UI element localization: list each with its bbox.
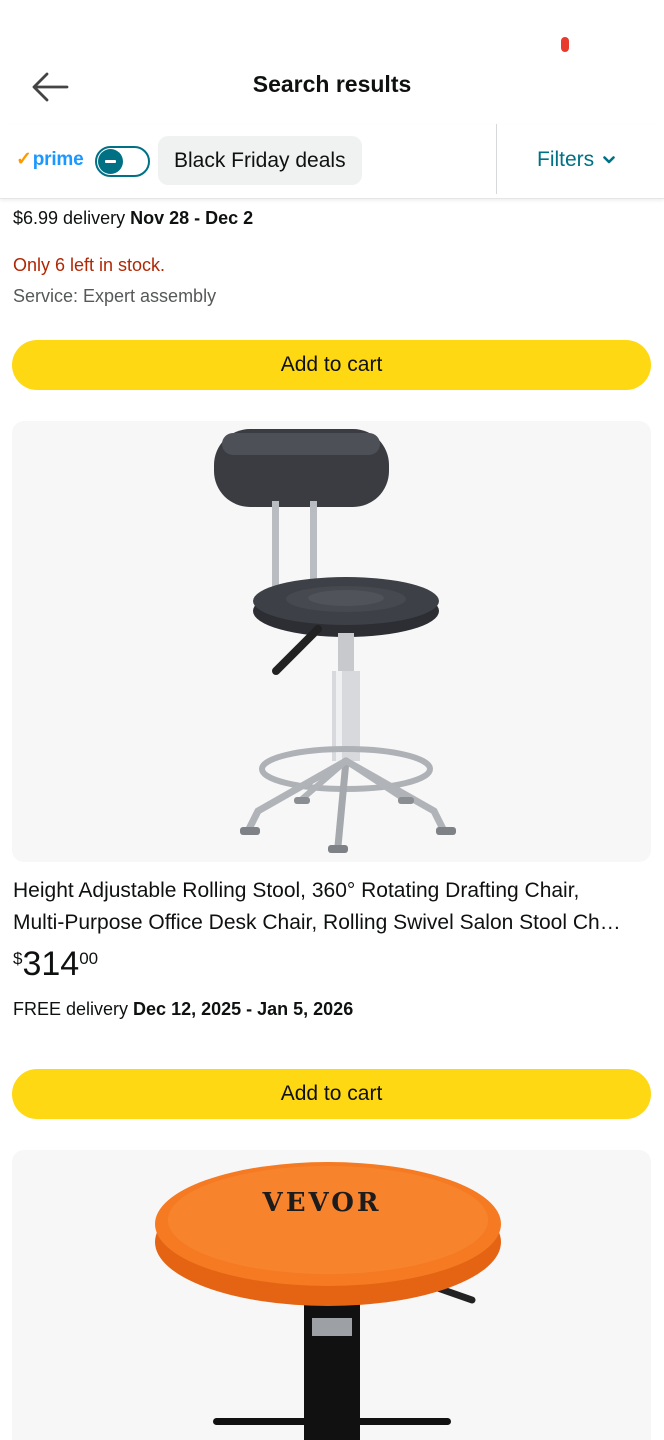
- add-to-cart-button[interactable]: Add to cart: [12, 340, 651, 390]
- orange-stool-image: VEVOR: [155, 1162, 501, 1440]
- delivery-price: $6.99 delivery: [13, 208, 131, 228]
- delivery-info: FREE delivery Dec 12, 2025 - Jan 5, 2026: [13, 999, 353, 1020]
- stock-warning: Only 6 left in stock.: [13, 255, 166, 275]
- service-info: Service: Expert assembly: [13, 286, 217, 306]
- filter-bar: ✓prime Black Friday deals Filters: [0, 124, 664, 199]
- check-icon: ✓: [16, 149, 32, 170]
- price-whole: 314: [22, 945, 80, 983]
- product-title-line1: Height Adjustable Rolling Stool, 360° Ro…: [13, 879, 580, 902]
- page-title: Search results: [252, 71, 412, 97]
- home-indicator[interactable]: [213, 1418, 451, 1425]
- price-symbol: $: [13, 949, 23, 968]
- delivery-label: FREE delivery: [13, 999, 134, 1019]
- brand-logo: VEVOR: [262, 1188, 382, 1218]
- prime-logo: ✓prime: [16, 148, 84, 171]
- delivery-info: $6.99 delivery Nov 28 - Dec 2: [13, 208, 253, 229]
- chevron-down-icon: [603, 156, 615, 164]
- rolling-stool-image: [214, 429, 456, 853]
- product-title[interactable]: Height Adjustable Rolling Stool, 360° Ro…: [13, 875, 653, 939]
- filters-button[interactable]: Filters: [537, 148, 615, 172]
- header: Search results: [0, 55, 664, 117]
- black-friday-deals-chip[interactable]: Black Friday deals: [158, 136, 362, 185]
- product-title-line2: Multi-Purpose Office Desk Chair, Rolling…: [13, 911, 621, 934]
- add-to-cart-button[interactable]: Add to cart: [12, 1069, 651, 1119]
- recording-indicator: [561, 37, 569, 52]
- delivery-dates: Dec 12, 2025 - Jan 5, 2026: [133, 999, 354, 1019]
- filters-label: Filters: [537, 148, 595, 171]
- toggle-knob: [98, 149, 123, 174]
- prime-label: prime: [32, 149, 84, 170]
- product-image-card[interactable]: [12, 421, 651, 862]
- product-image-card[interactable]: VEVOR: [12, 1150, 651, 1440]
- product-price: $31400: [13, 945, 98, 984]
- price-fraction: 00: [79, 949, 99, 968]
- divider: [496, 124, 497, 194]
- prime-toggle[interactable]: [95, 146, 150, 177]
- delivery-dates: Nov 28 - Dec 2: [130, 208, 254, 228]
